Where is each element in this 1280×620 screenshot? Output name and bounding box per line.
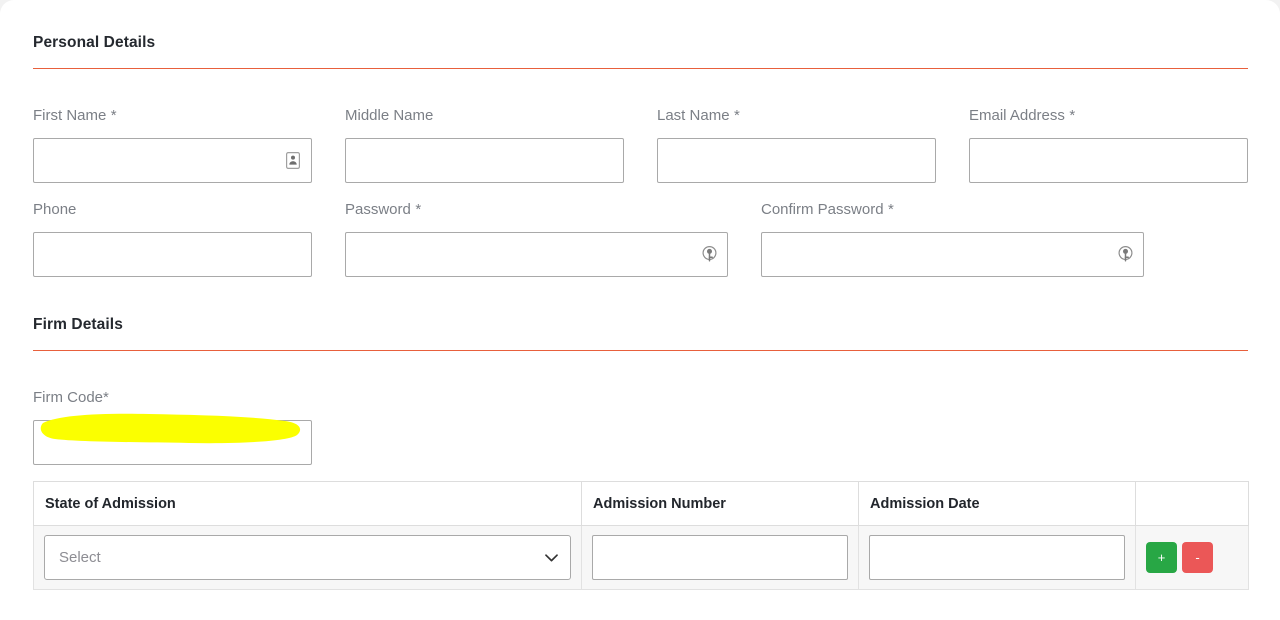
cell-admission-number xyxy=(582,526,859,590)
password-label-wrap: Password * xyxy=(345,201,728,225)
state-of-admission-select[interactable]: Select xyxy=(44,535,571,580)
email-label-wrap: Email Address * xyxy=(969,107,1248,131)
firm-details-title: Firm Details xyxy=(33,316,123,333)
firm-code-label-wrap: Firm Code* xyxy=(33,389,312,413)
personal-details-row-1: First Name * Middl xyxy=(33,107,1248,183)
first-name-field xyxy=(33,138,312,183)
password-required-mark: * xyxy=(415,201,421,218)
phone-input[interactable] xyxy=(33,232,312,277)
add-row-button[interactable]: + xyxy=(1146,542,1177,573)
last-name-label-wrap: Last Name * xyxy=(657,107,936,131)
email-field xyxy=(969,138,1248,183)
middle-name-field-group: Middle Name xyxy=(345,107,624,183)
cell-row-actions: + - xyxy=(1136,526,1249,590)
first-name-label-wrap: First Name * xyxy=(33,107,312,131)
admissions-table-body: Select xyxy=(34,526,1249,590)
confirm-password-field xyxy=(761,232,1144,277)
cell-state-of-admission: Select xyxy=(34,526,582,590)
admission-date-input[interactable] xyxy=(869,535,1125,580)
table-row: Select xyxy=(34,526,1249,590)
firm-code-label: Firm Code* xyxy=(33,389,109,406)
last-name-field xyxy=(657,138,936,183)
last-name-field-group: Last Name * xyxy=(657,107,936,183)
firm-details-divider xyxy=(33,350,1248,351)
middle-name-field xyxy=(345,138,624,183)
password-input[interactable] xyxy=(345,232,728,277)
registration-form-page: Personal Details First Name * xyxy=(0,0,1280,620)
firm-code-field xyxy=(33,420,312,465)
cell-admission-date xyxy=(859,526,1136,590)
column-header-admission-number: Admission Number xyxy=(582,482,859,526)
phone-field xyxy=(33,232,312,277)
password-field-group: Password * xyxy=(345,201,728,277)
firm-code-input[interactable] xyxy=(33,420,312,465)
email-required-mark: * xyxy=(1069,107,1075,124)
column-header-admission-date: Admission Date xyxy=(859,482,1136,526)
firm-code-field-group: Firm Code* xyxy=(33,389,312,465)
remove-row-button[interactable]: - xyxy=(1182,542,1213,573)
confirm-password-required-mark: * xyxy=(888,201,894,218)
confirm-password-label: Confirm Password xyxy=(761,201,884,218)
middle-name-label-wrap: Middle Name xyxy=(345,107,624,131)
form-container: Personal Details First Name * xyxy=(33,0,1248,620)
admissions-table-head: State of Admission Admission Number Admi… xyxy=(34,482,1249,526)
middle-name-input[interactable] xyxy=(345,138,624,183)
phone-field-group: Phone xyxy=(33,201,312,277)
phone-label-wrap: Phone xyxy=(33,201,312,225)
firm-details-heading: Firm Details xyxy=(33,316,123,334)
column-header-state-of-admission: State of Admission xyxy=(34,482,582,526)
first-name-required-mark: * xyxy=(111,107,117,124)
email-field-group: Email Address * xyxy=(969,107,1248,183)
phone-label: Phone xyxy=(33,201,76,218)
email-input[interactable] xyxy=(969,138,1248,183)
admissions-table-header-row: State of Admission Admission Number Admi… xyxy=(34,482,1249,526)
personal-details-row-2: Phone Password * xyxy=(33,201,1144,277)
personal-details-divider xyxy=(33,68,1248,69)
personal-details-title: Personal Details xyxy=(33,34,155,51)
personal-details-heading: Personal Details xyxy=(33,34,155,52)
first-name-field-group: First Name * xyxy=(33,107,312,183)
password-label: Password xyxy=(345,201,411,218)
last-name-required-mark: * xyxy=(734,107,740,124)
column-header-actions xyxy=(1136,482,1249,526)
last-name-input[interactable] xyxy=(657,138,936,183)
first-name-input[interactable] xyxy=(33,138,312,183)
confirm-password-label-wrap: Confirm Password * xyxy=(761,201,1144,225)
last-name-label: Last Name xyxy=(657,107,730,124)
first-name-label: First Name xyxy=(33,107,106,124)
admission-number-input[interactable] xyxy=(592,535,848,580)
middle-name-label: Middle Name xyxy=(345,107,433,124)
password-field xyxy=(345,232,728,277)
row-action-buttons: + - xyxy=(1146,542,1238,573)
email-label: Email Address xyxy=(969,107,1065,124)
admissions-table: State of Admission Admission Number Admi… xyxy=(33,481,1249,590)
confirm-password-input[interactable] xyxy=(761,232,1144,277)
confirm-password-field-group: Confirm Password * xyxy=(761,201,1144,277)
state-of-admission-select-wrap: Select xyxy=(44,535,571,580)
